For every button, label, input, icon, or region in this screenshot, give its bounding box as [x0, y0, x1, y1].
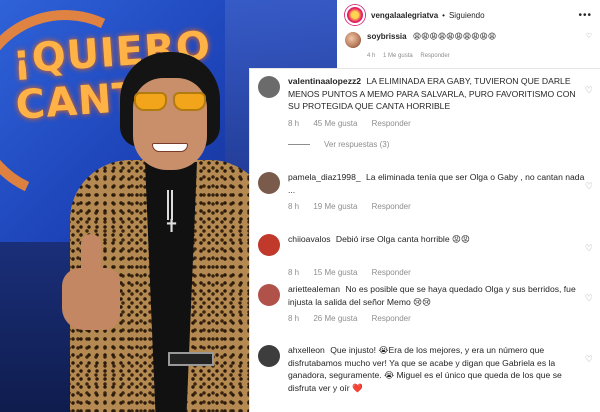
first-comment: soybrissia 😩😩😩😩😩😩😩😩😩😩 ♡ — [337, 30, 600, 50]
comment-text: ahxelleon Que injusto! 😭Era de los mejor… — [288, 344, 588, 394]
commenter-username[interactable]: ahxelleon — [288, 345, 325, 355]
comment-time: 8 h — [288, 202, 300, 211]
comment-body: 😩😩😩😩😩😩😩😩😩😩 — [412, 32, 497, 41]
like-heart-icon[interactable]: ♡ — [585, 354, 593, 365]
comment-text: chiioavalos Debió irse Olga canta horrib… — [288, 233, 588, 246]
comment-item: pamela_diaz1998_ La eliminada tenía que … — [250, 171, 600, 211]
post-header: vengalaalegriatva • Siguiendo ••• — [337, 0, 600, 30]
comment-likes[interactable]: 45 Me gusta — [313, 119, 357, 128]
thumbs-up-hand — [62, 268, 120, 330]
commenter-avatar[interactable] — [258, 234, 280, 256]
comment-item: ahxelleon Que injusto! 😭Era de los mejor… — [250, 344, 600, 394]
post-header-card: vengalaalegriatva • Siguiendo ••• soybri… — [337, 0, 600, 68]
first-comment-text: soybrissia 😩😩😩😩😩😩😩😩😩😩 — [367, 32, 496, 42]
comment-item: chiioavalos Debió irse Olga canta horrib… — [250, 233, 600, 277]
man-sunglasses — [134, 92, 206, 112]
commenter-avatar[interactable] — [258, 345, 280, 367]
cross-pendant-icon: ✝ — [164, 216, 180, 237]
comment-likes[interactable]: 19 Me gusta — [313, 202, 357, 211]
reply-button[interactable]: Responder — [372, 202, 411, 211]
man-belt — [168, 352, 214, 366]
man-smile — [152, 143, 188, 152]
commenter-username[interactable]: valentinaalopezz2 — [288, 76, 361, 86]
comment-meta: 8 h 19 Me gusta Responder — [288, 202, 600, 211]
like-heart-icon[interactable]: ♡ — [585, 85, 593, 96]
comment-likes[interactable]: 1 Me gusta — [383, 53, 413, 59]
comment-time: 8 h — [288, 118, 300, 128]
comments-panel: valentinaalopezz2 LA ELIMINADA ERA GABY,… — [249, 68, 600, 412]
comment-meta: 8 h 45 Me gusta Responder — [288, 119, 600, 128]
reply-button[interactable]: Responder — [372, 314, 411, 323]
comment-time: 8 h — [288, 268, 300, 277]
view-replies-label[interactable]: Ver respuestas (3) — [324, 140, 389, 149]
commenter-username[interactable]: pamela_diaz1998_ — [288, 172, 361, 182]
comment-time: 4 h — [367, 53, 376, 59]
like-heart-icon[interactable]: ♡ — [585, 181, 593, 192]
like-heart-icon[interactable]: ♡ — [586, 32, 592, 40]
comment-meta: 8 h 26 Me gusta Responder — [288, 314, 600, 323]
commenter-avatar[interactable] — [345, 32, 361, 48]
comment-item: ariettealeman No es posible que se haya … — [250, 283, 600, 323]
commenter-avatar[interactable] — [258, 284, 280, 306]
first-comment-meta: 4 h 1 Me gusta Responder — [367, 53, 600, 59]
comment-text: valentinaalopezz2 LA ELIMINADA ERA GABY,… — [288, 75, 588, 113]
commenter-username[interactable]: chiioavalos — [288, 234, 331, 244]
like-heart-icon[interactable]: ♡ — [585, 293, 593, 304]
comment-time: 8 h — [288, 314, 300, 323]
comment-body: Que injusto! 😭Era de los mejores, y era … — [288, 345, 562, 393]
following-button[interactable]: Siguiendo — [449, 11, 485, 20]
view-replies-button[interactable]: Ver respuestas (3) — [288, 140, 600, 149]
commenter-avatar[interactable] — [258, 172, 280, 194]
commenter-avatar[interactable] — [258, 76, 280, 98]
comment-body: Debió irse Olga canta horrible 😡😡 — [335, 234, 470, 244]
account-username[interactable]: vengalaalegriatva — [371, 11, 438, 20]
commenter-username[interactable]: soybrissia — [367, 32, 407, 41]
comment-likes[interactable]: 15 Me gusta — [313, 268, 357, 277]
commenter-username[interactable]: ariettealeman — [288, 284, 340, 294]
like-heart-icon[interactable]: ♡ — [585, 243, 593, 254]
comment-likes[interactable]: 26 Me gusta — [313, 314, 357, 323]
reply-button[interactable]: Responder — [420, 53, 449, 59]
reply-button[interactable]: Responder — [372, 119, 411, 128]
more-horizontal-icon[interactable]: ••• — [578, 10, 592, 21]
separator-dot: • — [442, 10, 445, 20]
replies-divider — [288, 143, 310, 145]
comment-item: valentinaalopezz2 LA ELIMINADA ERA GABY,… — [250, 75, 600, 149]
account-avatar[interactable] — [345, 5, 365, 25]
comment-meta: 8 h 15 Me gusta Responder — [288, 268, 600, 277]
comment-text: ariettealeman No es posible que se haya … — [288, 283, 588, 308]
comment-text: pamela_diaz1998_ La eliminada tenía que … — [288, 171, 588, 196]
reply-button[interactable]: Responder — [372, 268, 411, 277]
